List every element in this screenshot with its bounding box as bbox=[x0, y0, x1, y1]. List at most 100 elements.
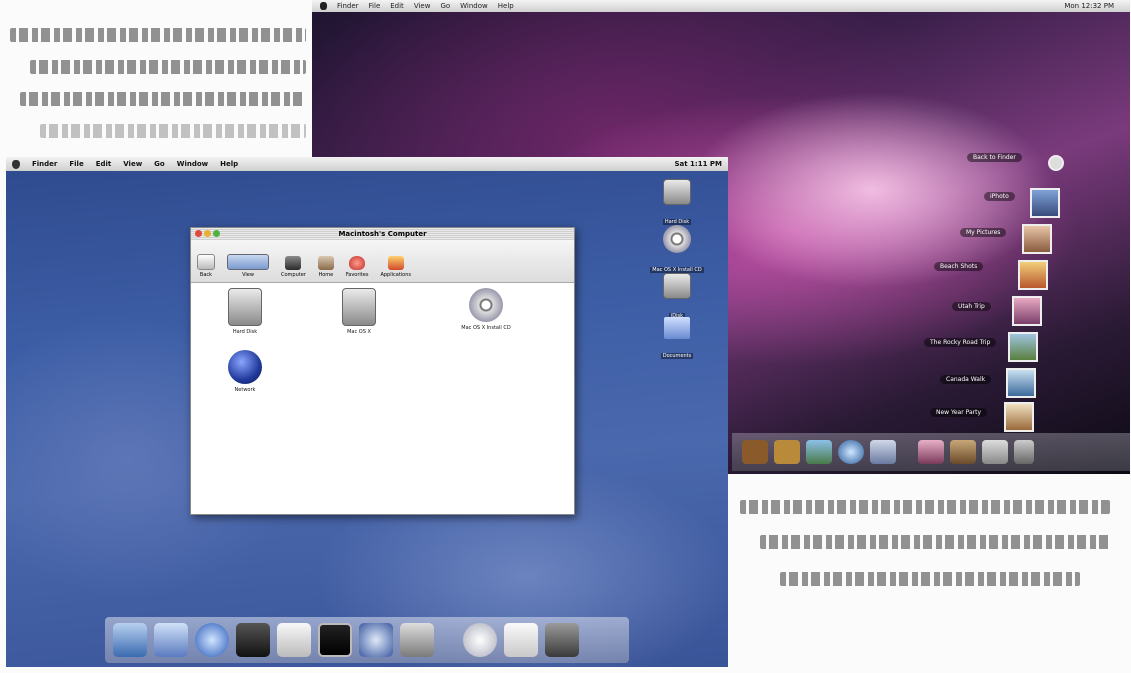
stack-fan-icon[interactable] bbox=[1048, 155, 1064, 171]
menu-file[interactable]: File bbox=[69, 160, 83, 168]
toolbar-back-button[interactable]: Back bbox=[197, 254, 215, 278]
stack-label[interactable]: Beach Shots bbox=[934, 262, 984, 271]
sherlock-icon[interactable] bbox=[236, 623, 270, 657]
background-text-line bbox=[780, 572, 1080, 586]
internet-explorer-icon[interactable] bbox=[195, 623, 229, 657]
toolbar-label: Applications bbox=[380, 272, 411, 278]
leopard-menubar: Finder File Edit View Go Window Help Mon… bbox=[312, 0, 1130, 12]
menubar-clock[interactable]: Sat 1:11 PM bbox=[675, 160, 723, 168]
menu-finder[interactable]: Finder bbox=[337, 2, 359, 10]
hard-drive-icon bbox=[663, 273, 691, 299]
system-preferences-icon[interactable] bbox=[400, 623, 434, 657]
photo-thumbnail[interactable] bbox=[1022, 224, 1052, 254]
menu-edit[interactable]: Edit bbox=[390, 2, 404, 10]
background-text-line bbox=[20, 92, 306, 106]
menu-finder[interactable]: Finder bbox=[32, 160, 57, 168]
stack-label[interactable]: The Rocky Road Trip bbox=[924, 338, 997, 347]
dock-app-icon[interactable] bbox=[806, 440, 832, 464]
finder-item-hard-disk[interactable]: Hard Disk bbox=[217, 288, 273, 335]
apple-menu-icon[interactable] bbox=[12, 159, 20, 169]
finder-item-install-cd[interactable]: Mac OS X Install CD bbox=[449, 288, 523, 331]
toolbar-label: Home bbox=[318, 272, 334, 278]
menu-edit[interactable]: Edit bbox=[96, 160, 112, 168]
desktop-icon-documents[interactable]: Documents bbox=[642, 317, 712, 361]
stack-label[interactable]: My Pictures bbox=[960, 228, 1007, 237]
mail-at-icon[interactable] bbox=[463, 623, 497, 657]
photo-thumbnail[interactable] bbox=[1008, 332, 1038, 362]
menu-view[interactable]: View bbox=[123, 160, 142, 168]
desktop-icon-install-cd[interactable]: Mac OS X Install CD bbox=[642, 225, 712, 275]
finder-icon[interactable] bbox=[113, 623, 147, 657]
itunes-icon[interactable] bbox=[277, 623, 311, 657]
dock-stack-icon[interactable] bbox=[950, 440, 976, 464]
computer-icon bbox=[285, 256, 302, 270]
photo-thumbnail[interactable] bbox=[1004, 402, 1034, 432]
stack-label[interactable]: New Year Party bbox=[930, 408, 987, 417]
documents-icon[interactable] bbox=[504, 623, 538, 657]
monitor-icon[interactable] bbox=[318, 623, 352, 657]
menu-help[interactable]: Help bbox=[220, 160, 238, 168]
dock-app-icon[interactable] bbox=[742, 440, 768, 464]
background-text-line bbox=[10, 28, 306, 42]
finder-item-label: Mac OS X Install CD bbox=[461, 325, 511, 331]
toolbar-applications-button[interactable]: Applications bbox=[380, 256, 411, 278]
applications-icon bbox=[387, 256, 404, 270]
toolbar-home-button[interactable]: Home bbox=[317, 256, 334, 278]
quicktime-icon[interactable] bbox=[359, 623, 393, 657]
dock-stack-icon[interactable] bbox=[982, 440, 1008, 464]
photo-thumbnail[interactable] bbox=[1030, 188, 1060, 218]
toolbar-favorites-button[interactable]: Favorites bbox=[346, 256, 368, 278]
stack-label[interactable]: Canada Walk bbox=[940, 375, 992, 384]
heart-icon bbox=[349, 256, 366, 270]
finder-item-label: Mac OS X bbox=[347, 329, 371, 335]
toolbar-view-button[interactable]: View bbox=[227, 254, 269, 278]
menubar-clock[interactable]: Mon 12:32 PM bbox=[1064, 2, 1114, 10]
menu-go[interactable]: Go bbox=[154, 160, 165, 168]
finder-item-label: Hard Disk bbox=[232, 329, 258, 335]
photo-thumbnail[interactable] bbox=[1018, 260, 1048, 290]
stack-label[interactable]: iPhoto bbox=[984, 192, 1015, 201]
minimize-button[interactable] bbox=[204, 230, 211, 237]
dock-stack-icon[interactable] bbox=[918, 440, 944, 464]
trash-icon[interactable] bbox=[545, 623, 579, 657]
menu-view[interactable]: View bbox=[414, 2, 431, 10]
dock-app-icon[interactable] bbox=[838, 440, 864, 464]
desktop-icon-idisk[interactable]: iDisk bbox=[642, 273, 712, 321]
dock-app-icon[interactable] bbox=[774, 440, 800, 464]
hard-drive-icon bbox=[342, 288, 376, 326]
home-icon bbox=[317, 256, 334, 270]
menu-go[interactable]: Go bbox=[440, 2, 450, 10]
finder-window: Macintosh's Computer Back View Computer … bbox=[190, 227, 575, 515]
apple-menu-icon[interactable] bbox=[320, 2, 327, 10]
menu-window[interactable]: Window bbox=[460, 2, 488, 10]
photo-thumbnail[interactable] bbox=[1006, 368, 1036, 398]
finder-item-network[interactable]: Network bbox=[217, 350, 273, 393]
window-titlebar[interactable]: Macintosh's Computer bbox=[191, 228, 574, 240]
background-text-line bbox=[40, 124, 306, 138]
trash-icon[interactable] bbox=[1014, 440, 1034, 464]
classic-dock bbox=[105, 617, 629, 663]
classic-menubar: Finder File Edit View Go Window Help Sat… bbox=[6, 157, 728, 171]
stack-label[interactable]: Back to Finder bbox=[967, 153, 1022, 162]
classic-desktop-screenshot: Finder File Edit View Go Window Help Sat… bbox=[6, 157, 728, 667]
menu-file[interactable]: File bbox=[369, 2, 381, 10]
hard-drive-icon bbox=[228, 288, 262, 326]
dock-app-icon[interactable] bbox=[870, 440, 896, 464]
hard-drive-icon bbox=[663, 179, 691, 205]
toolbar-computer-button[interactable]: Computer bbox=[281, 256, 306, 278]
zoom-button[interactable] bbox=[213, 230, 220, 237]
photo-thumbnail[interactable] bbox=[1012, 296, 1042, 326]
back-arrow-icon bbox=[197, 254, 215, 270]
menu-help[interactable]: Help bbox=[498, 2, 514, 10]
mail-icon[interactable] bbox=[154, 623, 188, 657]
desktop-icon-hard-disk[interactable]: Hard Disk bbox=[642, 179, 712, 227]
leopard-dock bbox=[732, 433, 1130, 471]
window-controls bbox=[195, 230, 220, 237]
close-button[interactable] bbox=[195, 230, 202, 237]
background-text-line bbox=[760, 535, 1110, 549]
desktop-icon-label: Documents bbox=[660, 353, 694, 359]
menu-window[interactable]: Window bbox=[177, 160, 208, 168]
finder-item-mac-os-x[interactable]: Mac OS X bbox=[331, 288, 387, 335]
stack-label[interactable]: Utah Trip bbox=[952, 302, 991, 311]
view-icon bbox=[227, 254, 269, 270]
